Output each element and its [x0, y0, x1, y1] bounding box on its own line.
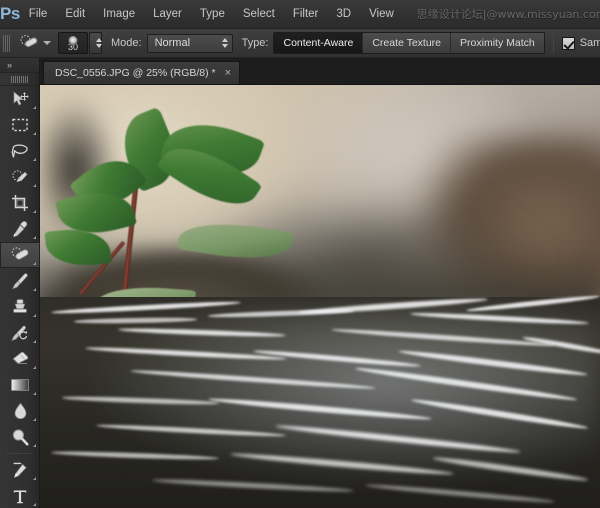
brush-tool[interactable] [0, 268, 40, 294]
brush-size-preview[interactable]: 30 [58, 32, 88, 54]
healing-type-segmented-control: Content-Aware Create Texture Proximity M… [273, 32, 544, 54]
document-tab-bar: DSC_0556.JPG @ 25% (RGB/8) * × [40, 58, 600, 85]
type-proximity-match-button[interactable]: Proximity Match [451, 33, 544, 53]
brush-size-stepper[interactable] [89, 32, 102, 54]
zoom-tool[interactable] [0, 424, 40, 450]
menu-bar: Ps File Edit Image Layer Type Select Fil… [0, 0, 600, 29]
brush-preset-chevron-down-icon[interactable] [43, 41, 51, 45]
blend-mode-value: Normal [155, 37, 190, 49]
blur-tool[interactable] [0, 398, 40, 424]
blend-mode-select[interactable]: Normal [147, 34, 233, 53]
menu-file[interactable]: File [20, 0, 57, 29]
move-tool[interactable] [0, 86, 40, 112]
photoshop-window: Ps File Edit Image Layer Type Select Fil… [0, 0, 600, 508]
sample-all-layers-label: Sam [580, 37, 600, 49]
clone-stamp-tool[interactable] [0, 294, 40, 320]
rectangular-marquee-tool[interactable] [0, 112, 40, 138]
gradient-tool[interactable] [0, 372, 40, 398]
type-tool[interactable] [0, 483, 40, 508]
eyedropper-tool[interactable] [0, 216, 40, 242]
water-highlight-glow [40, 305, 600, 500]
close-icon[interactable]: × [225, 68, 231, 79]
quick-selection-tool[interactable] [0, 164, 40, 190]
menu-3d[interactable]: 3D [327, 0, 360, 29]
image-canvas[interactable] [40, 85, 600, 508]
tools-panel-collapse-button[interactable]: » [0, 58, 39, 73]
menu-edit[interactable]: Edit [56, 0, 94, 29]
options-divider [553, 33, 554, 53]
mode-label: Mode: [111, 37, 142, 49]
spot-healing-brush-tool[interactable] [0, 242, 40, 268]
menu-image[interactable]: Image [94, 0, 144, 29]
tools-divider [6, 453, 33, 454]
menu-filter[interactable]: Filter [284, 0, 328, 29]
menu-layer[interactable]: Layer [144, 0, 191, 29]
chevron-updown-icon [222, 38, 228, 48]
spot-healing-brush-icon[interactable] [16, 32, 42, 54]
lasso-tool[interactable] [0, 138, 40, 164]
watermark-text: 思缘设计论坛|@www.missyuan.com [417, 6, 600, 22]
photoshop-logo: Ps [0, 0, 20, 29]
tool-flyout-indicator [33, 106, 36, 109]
eraser-tool[interactable] [0, 346, 40, 372]
tool-options-bar: 30 Mode: Normal Type: Content-Aware Crea… [0, 29, 600, 58]
document-tab[interactable]: DSC_0556.JPG @ 25% (RGB/8) * × [43, 61, 240, 84]
brush-tip-icon [69, 36, 78, 45]
type-label: Type: [242, 37, 269, 49]
crop-tool[interactable] [0, 190, 40, 216]
menu-view[interactable]: View [360, 0, 403, 29]
history-brush-tool[interactable] [0, 320, 40, 346]
menu-type[interactable]: Type [191, 0, 234, 29]
menu-select[interactable]: Select [234, 0, 284, 29]
document-tab-title: DSC_0556.JPG @ 25% (RGB/8) * [55, 67, 216, 79]
tools-panel-grip[interactable] [0, 73, 39, 86]
options-bar-grip[interactable] [3, 35, 10, 52]
pen-tool[interactable] [0, 457, 40, 483]
tools-panel: » [0, 58, 40, 508]
sample-all-layers-checkbox[interactable] [562, 37, 575, 50]
type-create-texture-button[interactable]: Create Texture [363, 33, 451, 53]
type-content-aware-button[interactable]: Content-Aware [274, 33, 363, 53]
